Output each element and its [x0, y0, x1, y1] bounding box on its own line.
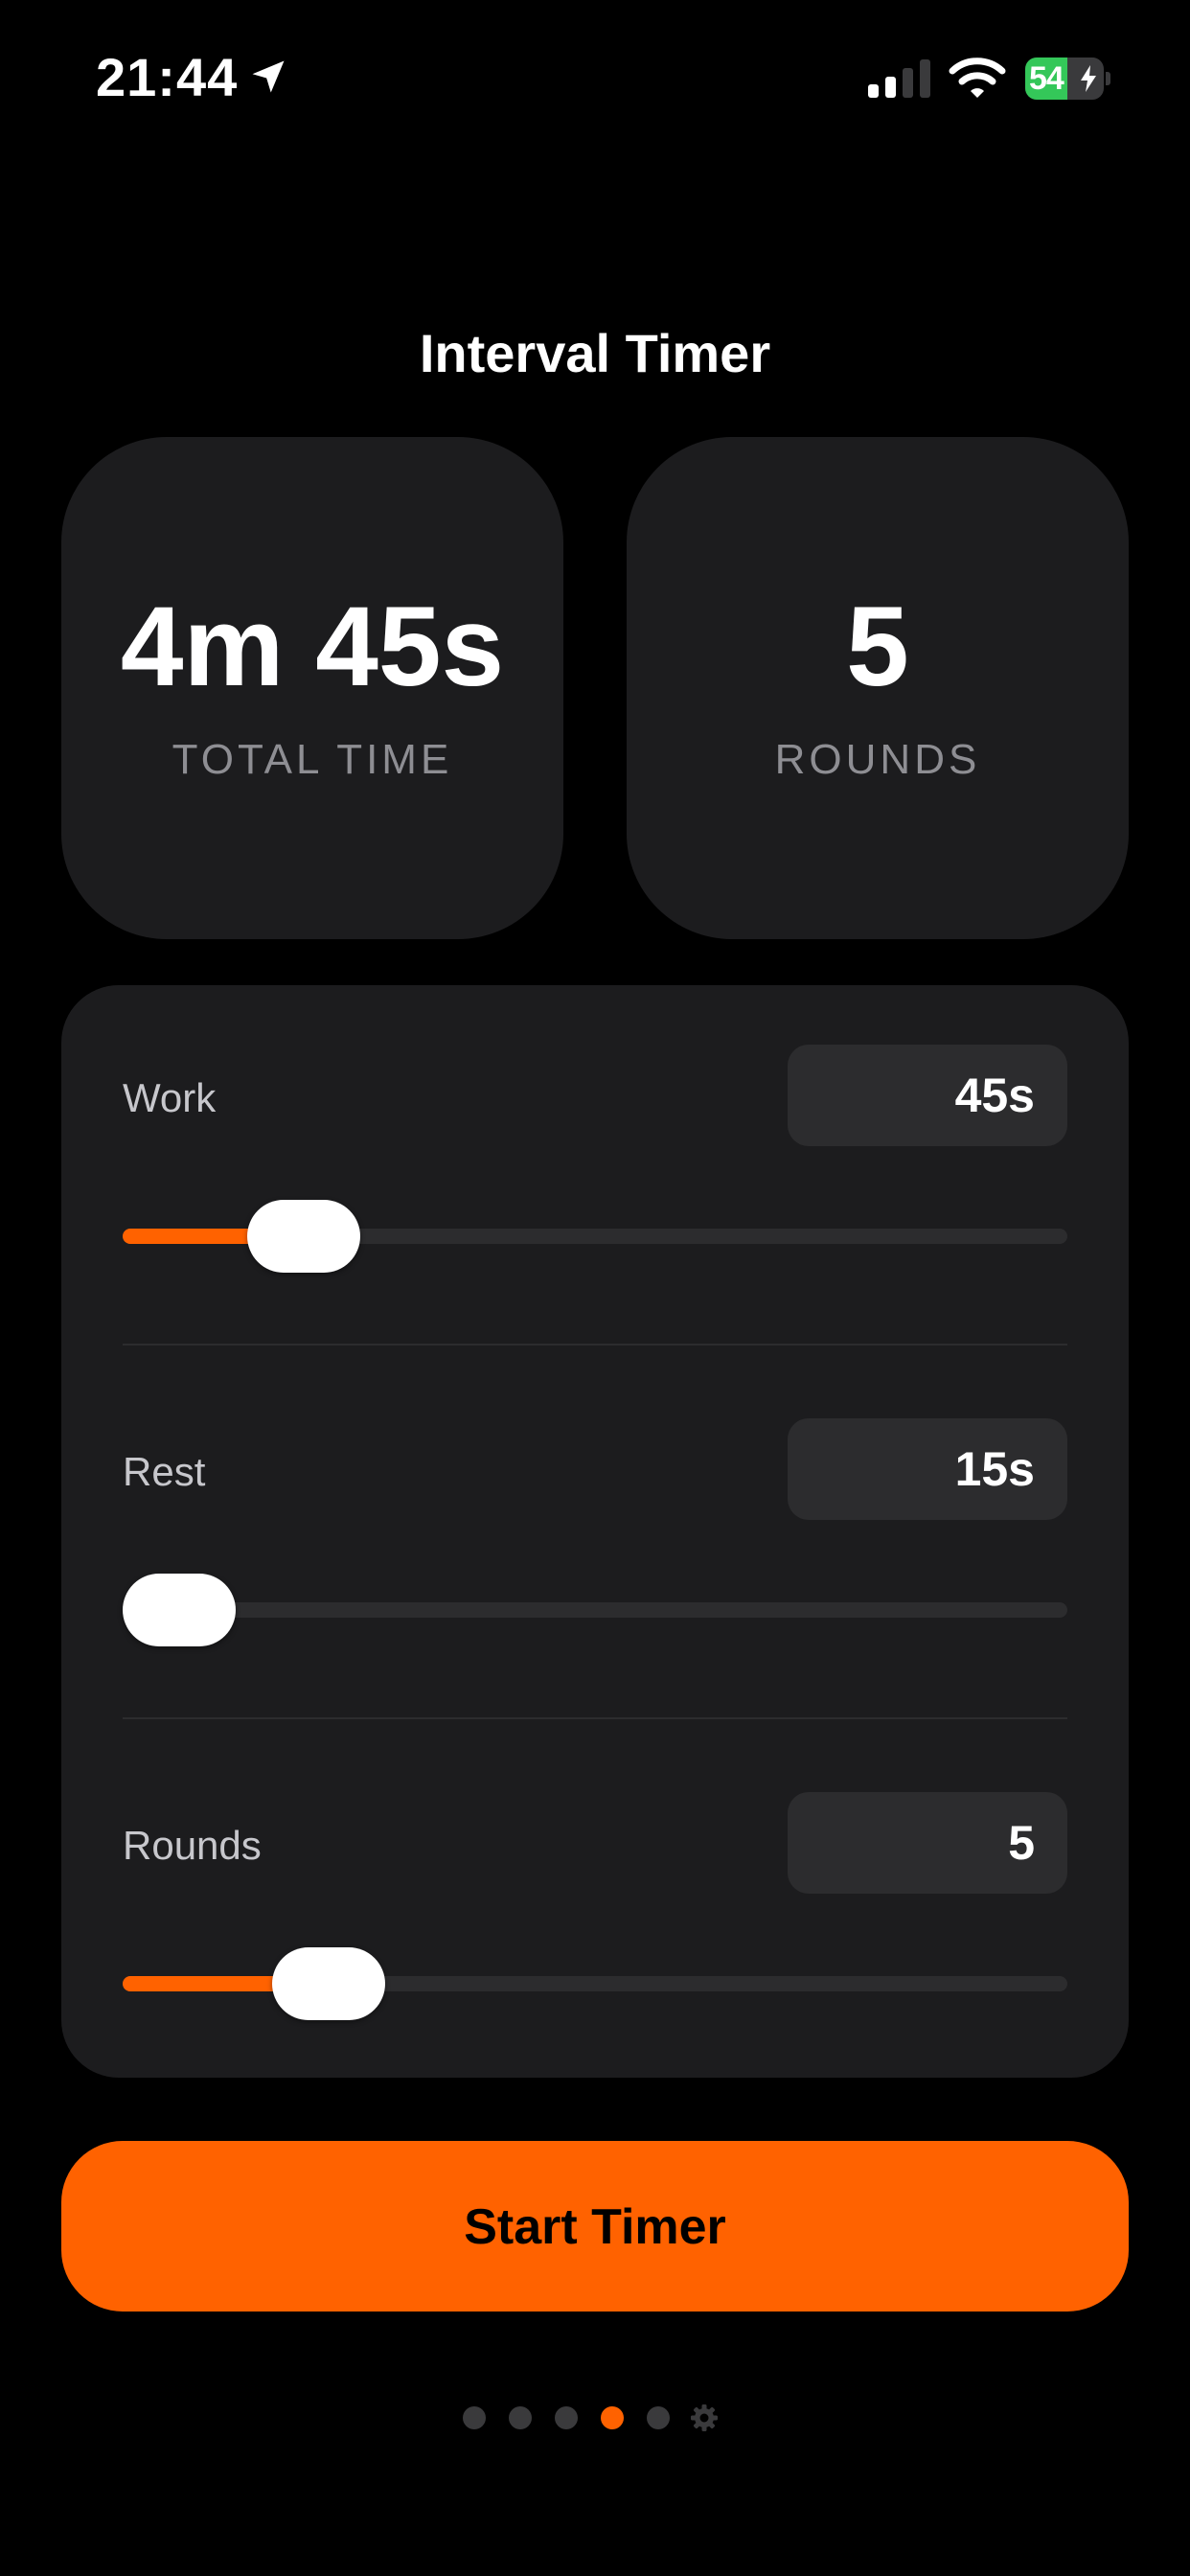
- page-dot[interactable]: [463, 2406, 486, 2429]
- rounds-setting-label: Rounds: [123, 1823, 262, 1868]
- start-timer-button[interactable]: Start Timer: [61, 2141, 1129, 2312]
- rounds-value: 5: [846, 584, 909, 710]
- rounds-setting: Rounds 5: [123, 1792, 1067, 2060]
- work-value-field[interactable]: 45s: [788, 1045, 1067, 1146]
- page-dot[interactable]: [555, 2406, 578, 2429]
- battery-body: 54: [1025, 58, 1104, 100]
- rest-slider-thumb[interactable]: [123, 1574, 236, 1646]
- rest-value-field[interactable]: 15s: [788, 1418, 1067, 1520]
- status-time: 21:44: [96, 47, 239, 107]
- page-indicator: [460, 2404, 730, 2432]
- page-title: Interval Timer: [419, 323, 771, 383]
- settings-panel: Work 45s Rest 15s Rounds 5: [61, 985, 1129, 2078]
- page-dot[interactable]: [647, 2406, 670, 2429]
- total-time-value: 4m 45s: [120, 584, 505, 710]
- divider: [123, 1717, 1067, 1719]
- wifi-icon: [949, 58, 1006, 98]
- work-setting: Work 45s: [123, 1045, 1067, 1313]
- battery-cap: [1106, 72, 1110, 85]
- gear-icon[interactable]: [690, 2404, 719, 2432]
- rest-setting: Rest 15s: [123, 1418, 1067, 1687]
- page-dot[interactable]: [509, 2406, 532, 2429]
- work-slider[interactable]: [123, 1200, 1067, 1273]
- rest-slider-track[interactable]: [123, 1602, 1067, 1618]
- total-time-label: TOTAL TIME: [172, 736, 453, 783]
- work-slider-thumb[interactable]: [247, 1200, 361, 1273]
- rounds-card: 5 ROUNDS: [627, 437, 1129, 939]
- page-dot-active[interactable]: [601, 2406, 624, 2429]
- charging-bolt-icon: [1081, 65, 1096, 92]
- status-bar: 21:44 54: [0, 0, 1190, 153]
- divider: [123, 1344, 1067, 1346]
- rounds-value-field[interactable]: 5: [788, 1792, 1067, 1894]
- rest-slider[interactable]: [123, 1574, 1067, 1646]
- total-time-card: 4m 45s TOTAL TIME: [61, 437, 563, 939]
- rounds-label: ROUNDS: [774, 736, 981, 783]
- rest-label: Rest: [123, 1449, 206, 1494]
- work-label: Work: [123, 1075, 217, 1120]
- battery-percent: 54: [1029, 60, 1064, 97]
- rounds-slider[interactable]: [123, 1947, 1067, 2020]
- rounds-slider-thumb[interactable]: [272, 1947, 386, 2020]
- location-arrow-icon: [252, 60, 285, 93]
- cellular-signal-icon: [868, 59, 930, 98]
- battery-indicator: 54: [1025, 58, 1110, 100]
